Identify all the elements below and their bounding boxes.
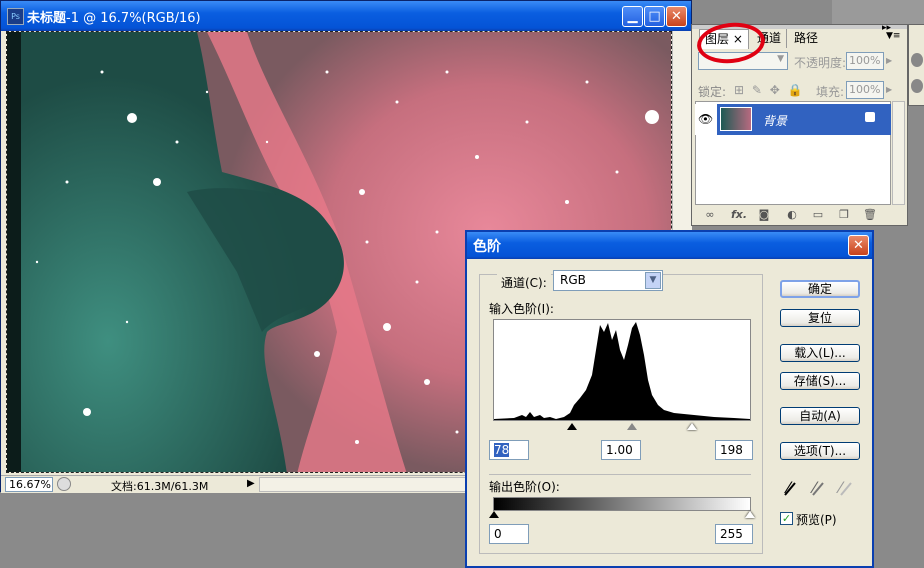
eyedroppers (784, 482, 852, 496)
input-gamma-slider[interactable] (627, 423, 637, 430)
layer-lock-icon (865, 112, 875, 122)
options-button[interactable]: 选项(T)... (780, 442, 860, 460)
layer-name[interactable]: 背景 (763, 112, 787, 129)
output-white-field[interactable]: 255 (715, 524, 753, 544)
palette-menu-icon[interactable]: ▼≡ (886, 31, 900, 41)
levels-dialog: 色阶 ✕ 通道(C): RGB ▼ 输入色阶(I): 78 1.00 198 输… (465, 230, 874, 568)
minimize-button[interactable]: ▁ (622, 6, 643, 27)
reset-button[interactable]: 复位 (780, 309, 860, 327)
tab-paths[interactable]: 路径 (789, 29, 823, 48)
input-black-slider[interactable] (567, 423, 577, 430)
opacity-field[interactable]: 100% (846, 52, 884, 70)
save-button[interactable]: 存储(S)... (780, 372, 860, 390)
close-icon: ✕ (671, 9, 682, 24)
zoom-field[interactable]: 16.67% (5, 477, 53, 492)
input-levels-label: 输入色阶(I): (489, 302, 554, 316)
output-black-field[interactable]: 0 (489, 524, 529, 544)
fill-arrow-icon[interactable]: ▶ (886, 85, 892, 94)
visibility-cell[interactable]: 👁 (695, 104, 717, 135)
checkmark-icon: ✓ (781, 512, 792, 525)
layer-row-background[interactable]: 👁 背景 (695, 104, 891, 135)
layer-thumbnail (720, 107, 752, 131)
input-black-field[interactable]: 78 (489, 440, 529, 460)
channel-label: 通道(C): (497, 274, 551, 291)
close-button[interactable]: ✕ (666, 6, 687, 27)
mask-icon[interactable]: ◙ (757, 208, 771, 221)
output-levels-label: 输出色阶(O): (489, 480, 560, 494)
input-gamma-field[interactable]: 1.00 (601, 440, 641, 460)
histogram-graph (494, 322, 750, 420)
palette-style-icon[interactable] (911, 79, 923, 93)
new-layer-icon[interactable]: ❐ (837, 208, 851, 221)
layers-scrollbar[interactable] (892, 101, 905, 205)
link-layers-icon[interactable]: ∞ (703, 208, 717, 221)
output-white-slider[interactable] (745, 511, 755, 518)
auto-button[interactable]: 自动(A) (780, 407, 860, 425)
document-title-suffix: -1 @ 16.7%(RGB/16) (66, 11, 201, 26)
output-black-slider[interactable] (489, 511, 499, 518)
histogram (493, 319, 751, 421)
levels-titlebar[interactable]: 色阶 ✕ (467, 232, 872, 259)
document-title: 未标题-1 @ 16.7%(RGB/16) (27, 7, 201, 26)
fill-field[interactable]: 100% (846, 81, 884, 99)
side-palette-strip (908, 24, 924, 106)
chevron-down-icon[interactable]: ▼ (645, 272, 661, 289)
input-white-slider[interactable] (687, 423, 697, 430)
channel-value: RGB (560, 273, 586, 287)
input-black-value: 78 (494, 443, 510, 457)
layers-toolbar: ∞ fx. ◙ ◐ ▭ ❐ 🗑 (695, 205, 891, 225)
palette-swatch-icon[interactable] (911, 53, 923, 67)
preview-label: 预览(P) (796, 513, 837, 527)
status-menu-icon[interactable] (57, 477, 71, 491)
lock-icons: ⊞ ✎ ✥ 🔒 (734, 83, 805, 97)
load-button[interactable]: 载入(L)... (780, 344, 860, 362)
photoshop-icon: Ps (7, 8, 24, 25)
minimize-icon: ▁ (627, 9, 638, 24)
input-white-field[interactable]: 198 (715, 440, 753, 460)
adjustment-layer-icon[interactable]: ◐ (785, 208, 799, 221)
status-arrow-icon[interactable]: ▶ (247, 478, 255, 489)
opacity-label: 不透明度: (794, 56, 847, 70)
channel-select[interactable]: RGB ▼ (553, 270, 663, 291)
fx-icon[interactable]: fx. (731, 208, 747, 221)
ok-button[interactable]: 确定 (780, 280, 860, 298)
lock-label: 锁定: (698, 85, 727, 99)
top-palette-strip (832, 0, 924, 25)
maximize-icon: □ (648, 9, 661, 24)
doc-size-info: 文档:61.3M/61.3M (111, 480, 209, 493)
document-title-name: 未标题 (27, 11, 67, 26)
chevron-down-icon: ▼ (777, 54, 784, 64)
document-titlebar[interactable]: Ps 未标题-1 @ 16.7%(RGB/16) ▁ □ ✕ (1, 1, 691, 31)
divider (489, 474, 751, 475)
output-gradient (493, 497, 751, 511)
trash-icon[interactable]: 🗑 (863, 208, 877, 221)
close-icon: ✕ (853, 238, 864, 253)
maximize-button[interactable]: □ (644, 6, 665, 27)
group-folder-icon[interactable]: ▭ (811, 208, 825, 221)
tab-paths-label: 路径 (794, 31, 819, 45)
levels-title: 色阶 (473, 239, 501, 255)
preview-checkbox[interactable]: ✓ (780, 512, 793, 525)
levels-close-button[interactable]: ✕ (848, 235, 869, 256)
opacity-arrow-icon[interactable]: ▶ (886, 56, 892, 65)
fill-label: 填充: (816, 85, 845, 99)
eye-icon[interactable]: 👁 (698, 112, 713, 126)
